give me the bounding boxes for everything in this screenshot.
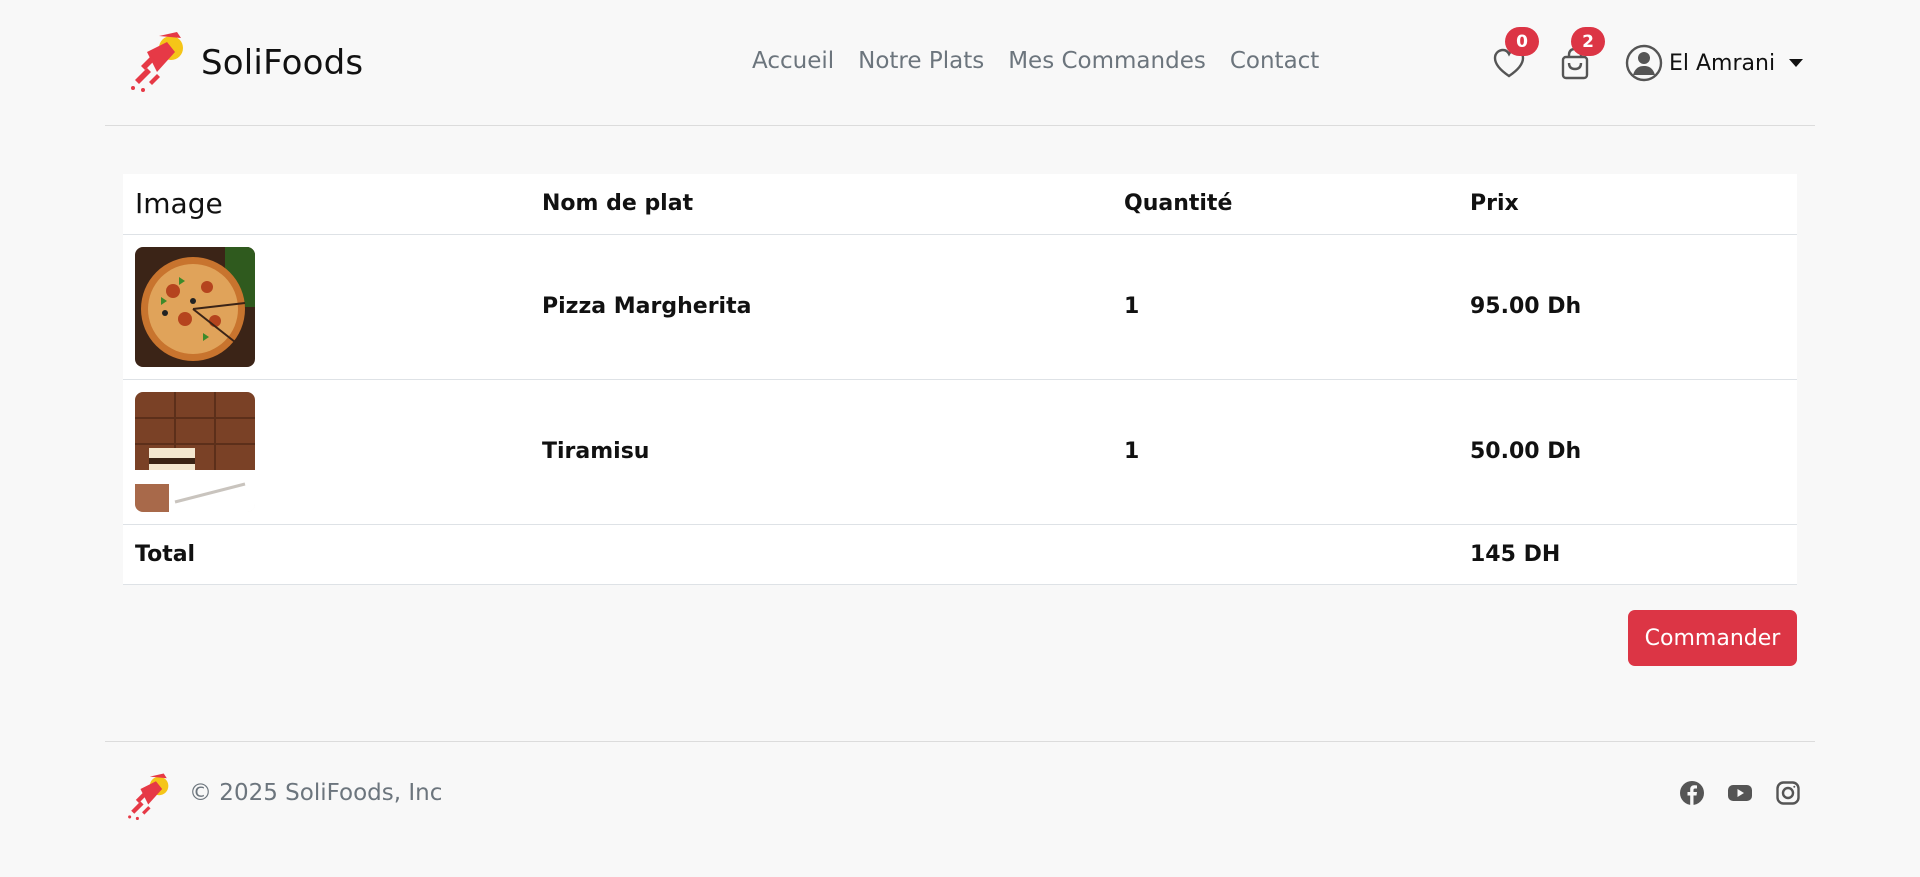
user-name: El Amrani — [1669, 50, 1776, 76]
rocket-food-logo-icon[interactable] — [125, 772, 173, 824]
dish-name: Pizza Margherita — [530, 234, 1112, 380]
heart-icon — [1491, 48, 1527, 86]
wishlist-count-badge: 0 — [1505, 27, 1539, 56]
cart-table: Image Nom de plat Quantité Prix Pizza Ma… — [123, 174, 1797, 585]
table-row: Tiramisu 1 50.00 Dh — [123, 379, 1797, 525]
nav-item-accueil[interactable]: Accueil — [752, 48, 834, 74]
caret-down-icon — [1789, 59, 1804, 67]
dish-quantity: 1 — [1112, 234, 1458, 380]
column-header-price: Prix — [1458, 174, 1797, 235]
site-footer: © 2025 SoliFoods, Inc — [105, 741, 1815, 841]
youtube-icon[interactable] — [1727, 780, 1753, 806]
dish-price: 95.00 Dh — [1458, 234, 1797, 380]
table-header-row: Image Nom de plat Quantité Prix — [123, 174, 1797, 235]
column-header-quantity: Quantité — [1112, 174, 1458, 235]
wishlist-button[interactable]: 0 — [1491, 27, 1539, 82]
total-row: Total 145 DH — [123, 524, 1797, 585]
nav-item-contact[interactable]: Contact — [1230, 48, 1319, 74]
brand-link[interactable]: SoliFoods — [127, 30, 363, 96]
facebook-icon[interactable] — [1679, 780, 1705, 806]
nav-item-notre-plats[interactable]: Notre Plats — [858, 48, 984, 74]
site-header: SoliFoods Accueil Notre Plats Mes Comman… — [105, 0, 1815, 126]
social-links — [1679, 780, 1801, 806]
total-label: Total — [123, 524, 530, 585]
column-header-image: Image — [123, 174, 530, 235]
brand-name: SoliFoods — [201, 43, 364, 83]
tiramisu-image — [135, 391, 255, 512]
user-circle-icon — [1625, 44, 1663, 82]
dish-quantity: 1 — [1112, 379, 1458, 525]
column-header-name: Nom de plat — [530, 174, 1112, 235]
main-nav: Accueil Notre Plats Mes Commandes Contac… — [752, 48, 1319, 74]
copyright-text: © 2025 SoliFoods, Inc — [189, 780, 443, 806]
total-value: 145 DH — [1458, 524, 1797, 585]
rocket-food-logo-icon — [127, 30, 189, 96]
pizza-image — [135, 246, 255, 367]
cart-button[interactable]: 2 — [1557, 27, 1605, 82]
dish-name: Tiramisu — [530, 379, 1112, 525]
order-button[interactable]: Commander — [1628, 610, 1797, 666]
dish-price: 50.00 Dh — [1458, 379, 1797, 525]
table-row: Pizza Margherita 1 95.00 Dh — [123, 234, 1797, 380]
cart-count-badge: 2 — [1571, 27, 1605, 56]
nav-item-mes-commandes[interactable]: Mes Commandes — [1008, 48, 1206, 74]
instagram-icon[interactable] — [1775, 780, 1801, 806]
user-menu-toggle[interactable]: El Amrani — [1625, 44, 1804, 82]
shopping-bag-icon — [1557, 47, 1593, 86]
